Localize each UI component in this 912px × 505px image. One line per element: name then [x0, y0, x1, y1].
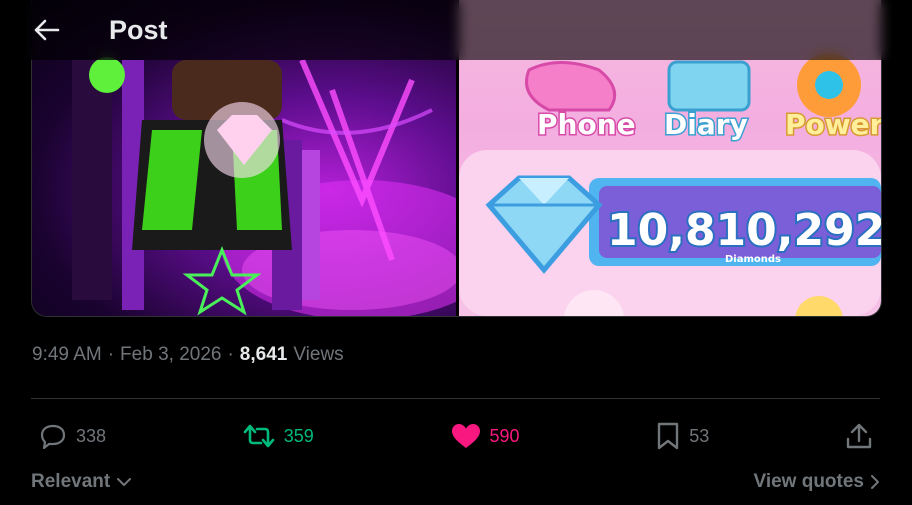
chevron-right-icon	[871, 475, 879, 489]
replies-sort-row: Relevant View quotes	[31, 466, 880, 498]
meta-separator: ·	[227, 344, 234, 365]
post-date[interactable]: Feb 3, 2026	[120, 344, 221, 366]
currency-value: 10,810,292	[607, 205, 881, 256]
chevron-down-icon	[117, 478, 132, 486]
bookmark-icon	[658, 422, 679, 450]
views-label: Views	[293, 344, 344, 365]
reply-button[interactable]: 338	[39, 423, 106, 449]
menu-label-phone: Phone	[537, 108, 636, 141]
repost-count: 359	[283, 425, 314, 446]
bookmark-button[interactable]: 53	[656, 422, 709, 450]
reply-icon	[40, 424, 66, 449]
post-time[interactable]: 9:49 AM	[32, 344, 102, 366]
currency-label: Diamonds	[725, 254, 781, 265]
heart-filled-icon	[451, 424, 480, 448]
back-button[interactable]	[27, 10, 67, 50]
post-meta: 9:49 AM · Feb 3, 2026 · 8,641 Views	[32, 344, 344, 366]
share-icon	[846, 423, 872, 449]
view-quotes-link[interactable]: View quotes	[753, 471, 880, 493]
page-title: Post	[109, 14, 168, 45]
bookmark-count: 53	[689, 425, 710, 446]
top-header: Post	[0, 0, 912, 60]
post-actions: 338 359 590 53	[31, 416, 880, 456]
sort-label: Relevant	[31, 471, 111, 492]
like-button[interactable]: 590	[451, 423, 520, 449]
like-count: 590	[489, 425, 520, 446]
view-quotes-label: View quotes	[753, 471, 864, 492]
share-button[interactable]	[846, 422, 872, 450]
menu-label-power: Power	[785, 108, 881, 141]
meta-separator: ·	[107, 344, 115, 365]
views-count: 8,641	[239, 344, 288, 365]
sort-replies-dropdown[interactable]: Relevant	[31, 471, 132, 493]
repost-icon	[243, 424, 275, 448]
menu-label-diary: Diary	[664, 108, 748, 141]
divider	[31, 398, 880, 399]
reply-count: 338	[76, 425, 107, 446]
arrow-left-icon	[34, 19, 60, 41]
repost-button[interactable]: 359	[243, 423, 314, 449]
